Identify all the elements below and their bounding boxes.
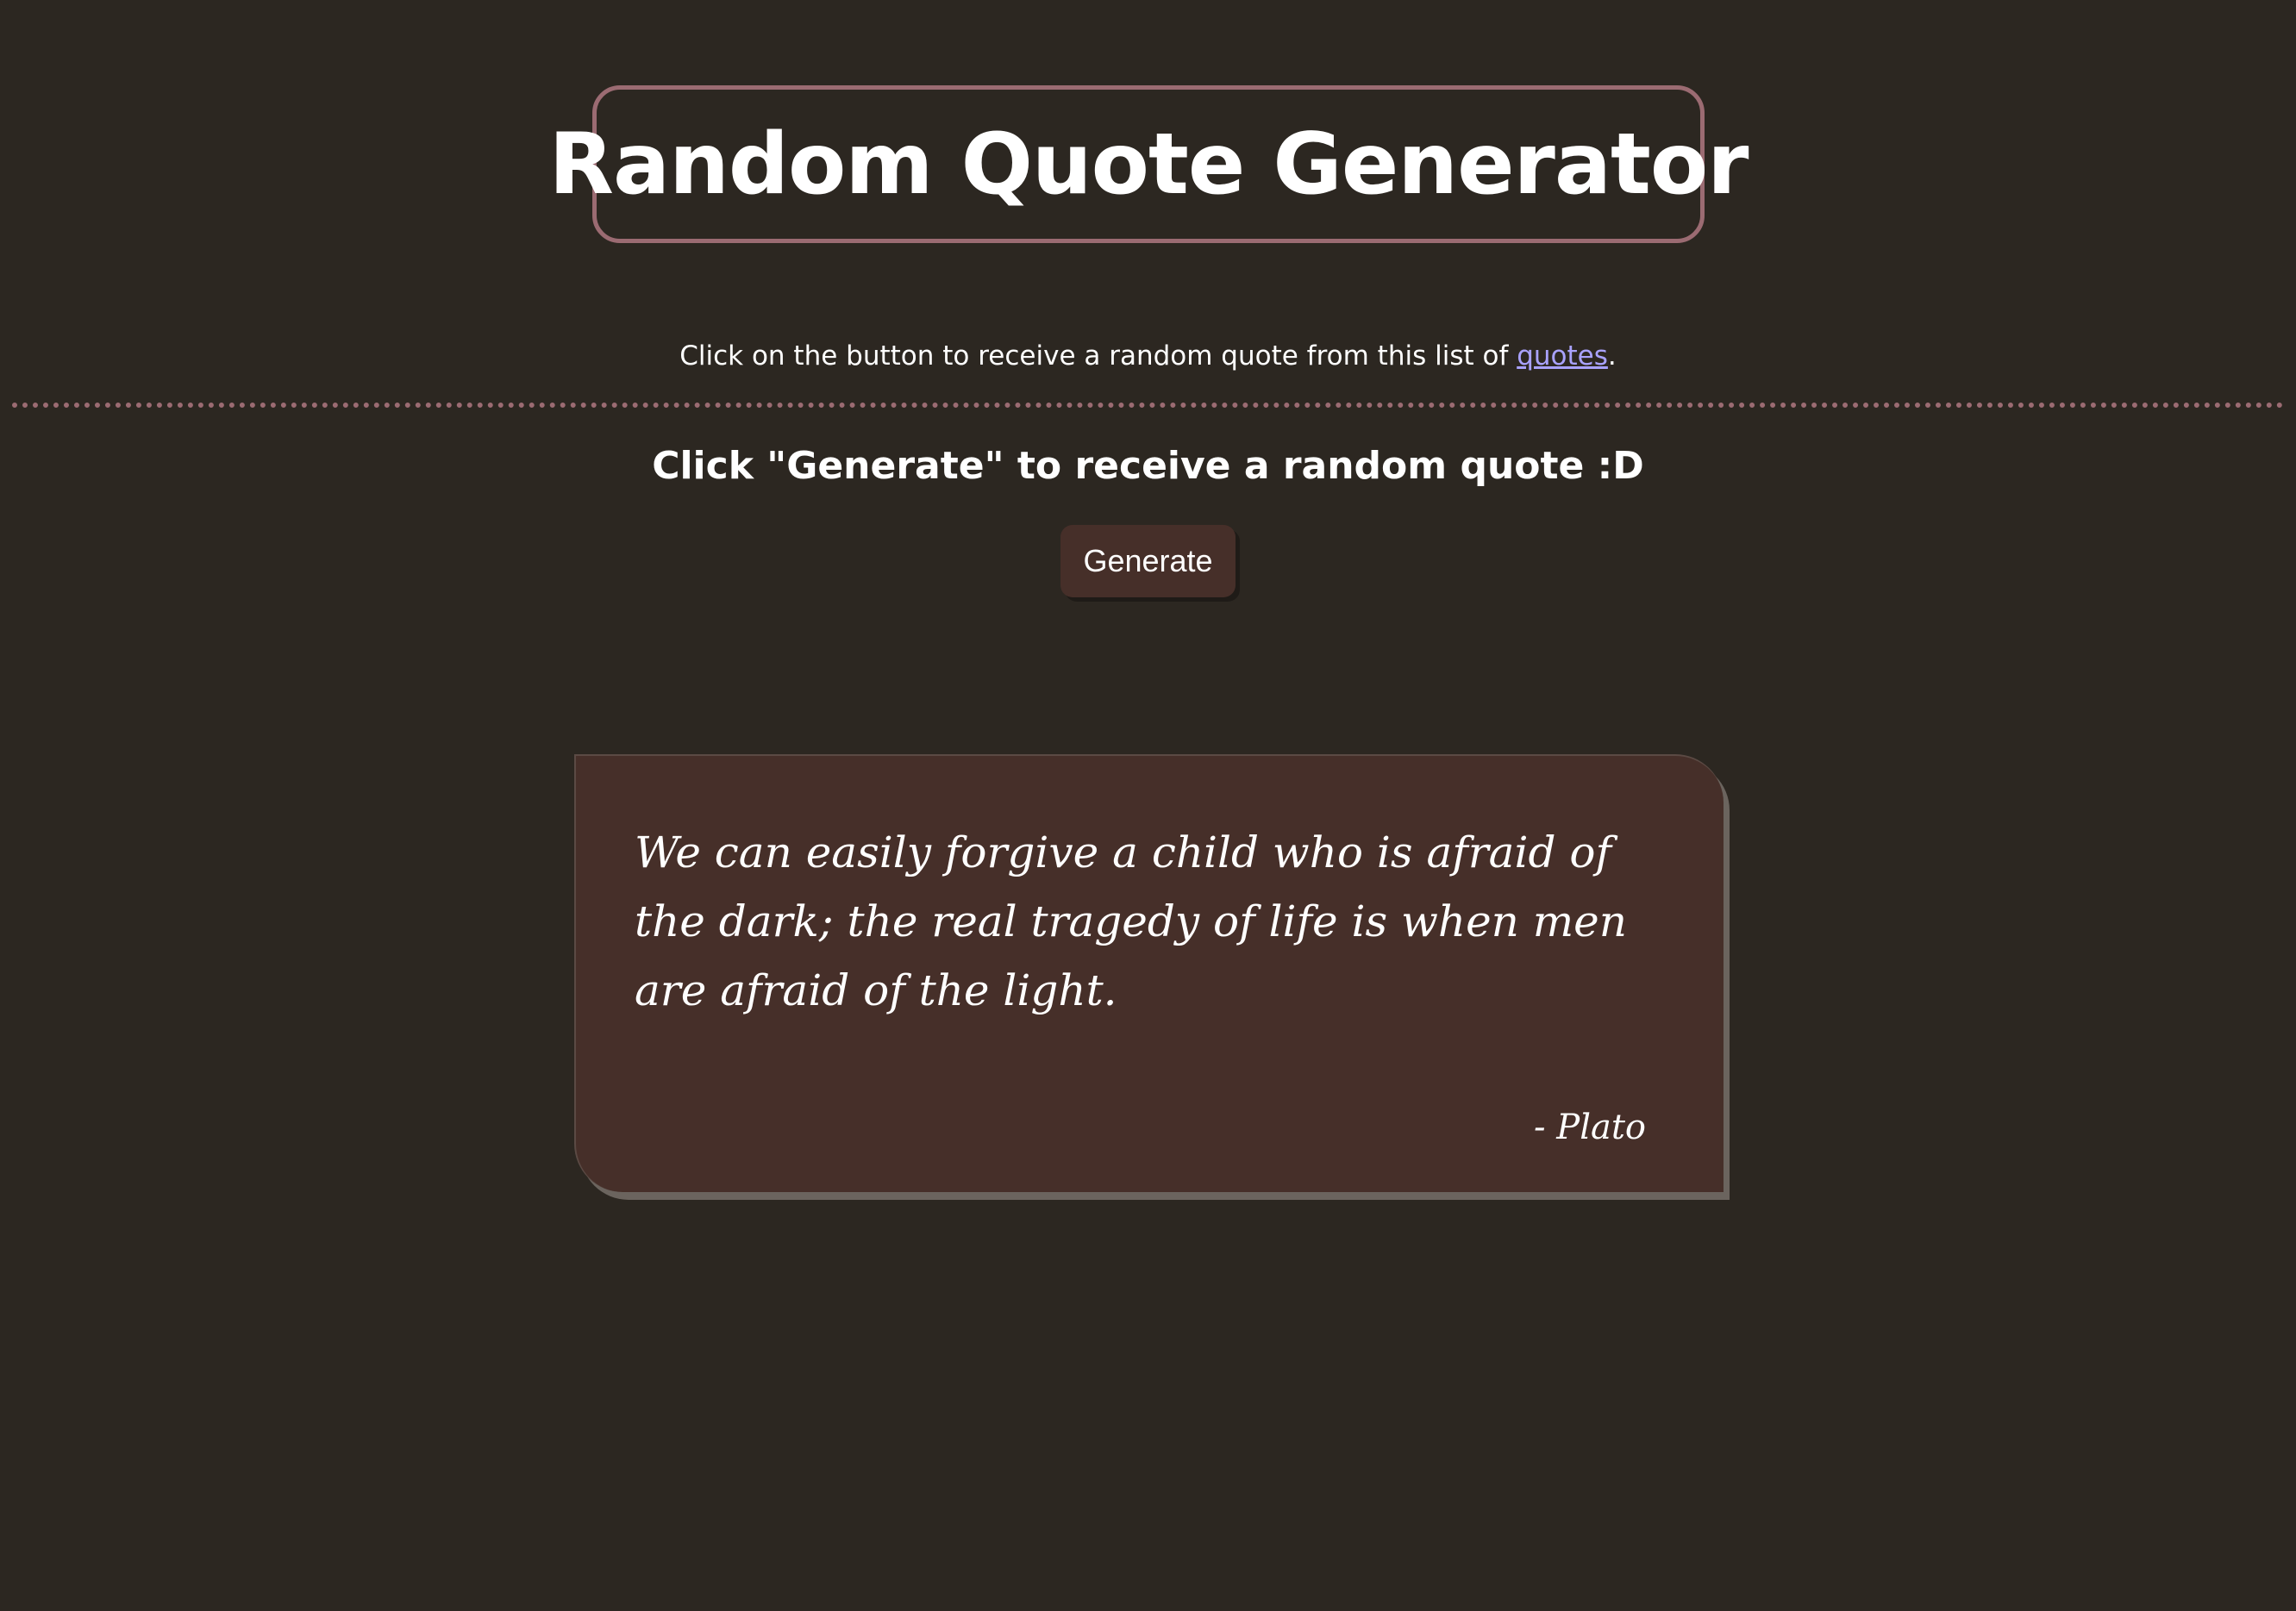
intro-text: Click on the button to receive a random … — [0, 340, 2296, 372]
quotes-link[interactable]: quotes — [1517, 340, 1608, 372]
intro-suffix: . — [1607, 340, 1617, 372]
quote-author: - Plato — [1534, 1108, 1646, 1147]
page-title: Random Quote Generator — [548, 115, 1749, 214]
quote-card: We can easily forgive a child who is afr… — [574, 754, 1724, 1192]
generate-prompt: Click "Generate" to receive a random quo… — [652, 444, 1644, 488]
title-box: Random Quote Generator — [549, 85, 1749, 243]
dotted-divider — [12, 403, 2284, 408]
quote-text: We can easily forgive a child who is afr… — [635, 827, 1627, 1015]
generate-button[interactable]: Generate — [1060, 525, 1236, 597]
button-wrapper: Generate — [0, 525, 2296, 597]
intro-sentence: Click on the button to receive a random … — [679, 340, 1517, 372]
